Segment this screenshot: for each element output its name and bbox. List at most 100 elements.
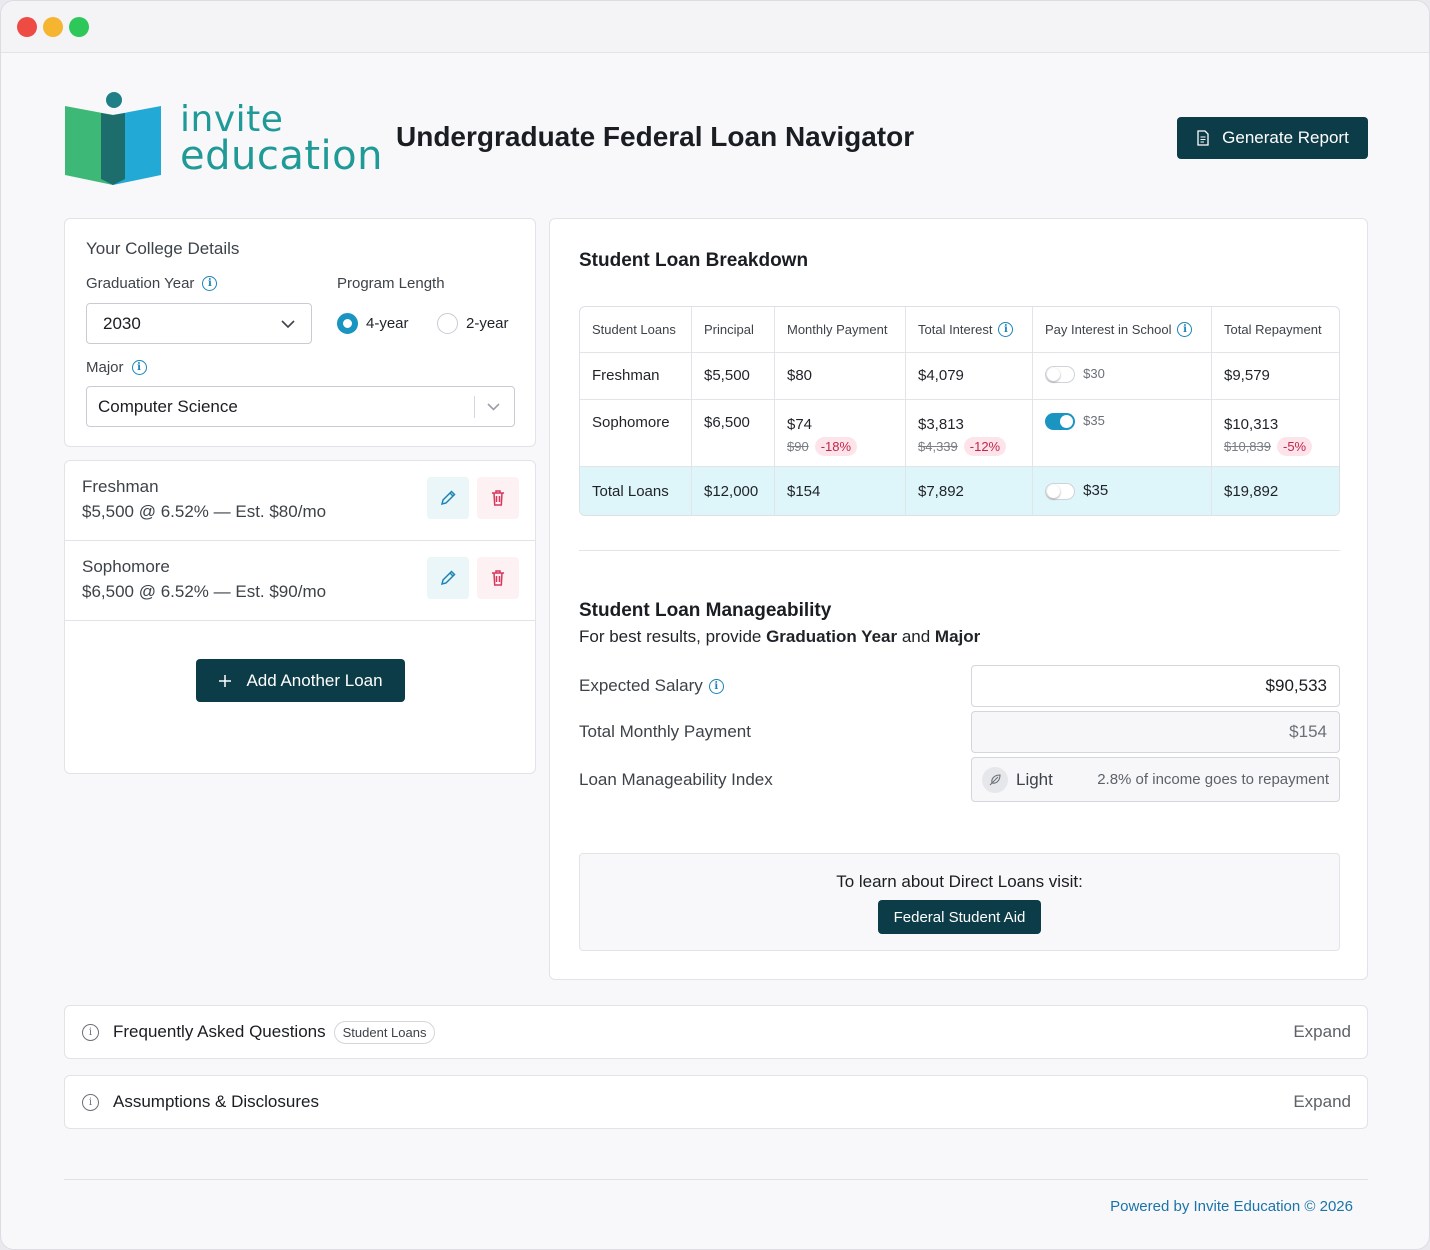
pay-interest-toggle[interactable]	[1045, 365, 1075, 383]
manageability-index-field: Light 2.8% of income goes to repayment	[971, 757, 1340, 802]
close-window-button[interactable]	[17, 17, 37, 37]
major-select[interactable]: Computer Science	[86, 386, 515, 427]
table-cell-loan-name: Total Loans	[580, 467, 692, 515]
faq-expand-toggle[interactable]: Expand	[1293, 1022, 1351, 1042]
loan-name: Freshman	[82, 477, 159, 496]
manageability-title: Student Loan Manageability	[579, 600, 832, 621]
generate-report-button[interactable]: Generate Report	[1177, 117, 1368, 159]
page-title: Undergraduate Federal Loan Navigator	[396, 121, 915, 152]
loan-description: $6,500 @ 6.52% — Est. $90/mo	[82, 582, 327, 601]
minimize-window-button[interactable]	[43, 17, 63, 37]
college-details-card: Your College Details Graduation Year i 2…	[64, 218, 536, 447]
page-header: invite education Undergraduate Federal L…	[63, 89, 1368, 189]
invite-education-logo: invite education	[63, 89, 383, 189]
chevron-down-icon	[281, 319, 295, 328]
table-cell-pay-in-school: $30	[1033, 353, 1212, 400]
column-header: Monthly Payment	[775, 307, 906, 353]
table-cell-principal: $12,000	[692, 467, 775, 515]
interest-old-value: $4,339	[918, 439, 958, 454]
plus-icon	[219, 674, 232, 687]
manageability-index-label: Loan Manageability Index	[579, 770, 773, 789]
assumptions-accordion[interactable]: i Assumptions & Disclosures Expand	[64, 1075, 1368, 1129]
faq-title: Frequently Asked Questions	[113, 1022, 326, 1041]
table-cell-repayment: $10,313 $10,839 -5%	[1212, 400, 1339, 467]
total-monthly-payment-field: $154	[971, 711, 1340, 753]
subtitle-emphasis: Major	[934, 627, 981, 646]
edit-loan-button[interactable]	[427, 557, 469, 599]
graduation-year-select[interactable]: 2030	[86, 303, 312, 344]
assumptions-title: Assumptions & Disclosures	[113, 1092, 319, 1111]
table-cell-loan-name: Sophomore	[580, 400, 692, 467]
info-icon[interactable]: i	[202, 276, 218, 291]
delete-loan-button[interactable]	[477, 477, 519, 519]
graduation-year-label-text: Graduation Year	[86, 275, 195, 292]
loan-breakdown-card: Student Loan Breakdown Student Loans Pri…	[549, 218, 1368, 980]
pay-interest-toggle[interactable]	[1045, 412, 1075, 430]
table-cell-pay-in-school: $35	[1033, 400, 1212, 467]
info-icon: i	[82, 1093, 99, 1111]
subtitle-emphasis: Graduation Year	[766, 627, 898, 646]
total-monthly-payment-value: $154	[1289, 722, 1327, 741]
info-icon[interactable]: i	[998, 322, 1014, 337]
delete-loan-button[interactable]	[477, 557, 519, 599]
expected-salary-input[interactable]: $90,533	[971, 665, 1340, 707]
expected-salary-label-text: Expected Salary	[579, 676, 703, 695]
info-icon[interactable]: i	[131, 360, 147, 375]
major-value: Computer Science	[98, 396, 238, 416]
add-another-loan-button[interactable]: Add Another Loan	[196, 659, 405, 702]
zoom-window-button[interactable]	[69, 17, 89, 37]
trash-icon	[492, 490, 504, 506]
repayment-change-badge: -5%	[1277, 437, 1313, 456]
expected-salary-label: Expected Salary i	[579, 676, 724, 696]
loan-description: $5,500 @ 6.52% — Est. $80/mo	[82, 502, 327, 521]
table-row: Freshman $5,500 $80 $4,079 $30 $9,579	[580, 353, 1339, 400]
program-2-year-radio[interactable]: 2-year	[437, 313, 509, 334]
document-icon	[1197, 130, 1209, 146]
footer-credit: Powered by Invite Education © 2026	[1110, 1198, 1353, 1215]
info-icon[interactable]: i	[1177, 322, 1193, 337]
table-cell-interest: $3,813 $4,339 -12%	[906, 400, 1033, 467]
loan-breakdown-table: Student Loans Principal Monthly Payment …	[579, 306, 1340, 516]
info-icon[interactable]: i	[708, 678, 724, 694]
table-cell-pay-in-school: $35	[1033, 467, 1212, 515]
assumptions-expand-toggle[interactable]: Expand	[1293, 1092, 1351, 1112]
program-4-year-radio[interactable]: 4-year	[337, 313, 409, 334]
trash-icon	[492, 570, 504, 586]
faq-header: i Frequently Asked Questions Student Loa…	[82, 1006, 436, 1058]
pencil-icon	[440, 570, 456, 586]
faq-tag-chip: Student Loans	[333, 1020, 436, 1044]
program-2-year-label: 2-year	[466, 315, 509, 332]
faq-accordion[interactable]: i Frequently Asked Questions Student Loa…	[64, 1005, 1368, 1059]
repayment-new-value: $10,313	[1224, 416, 1279, 433]
major-label-text: Major	[86, 359, 124, 376]
repayment-old-value: $10,839	[1224, 439, 1271, 454]
loan-item: Freshman $5,500 @ 6.52% — Est. $80/mo	[65, 461, 535, 541]
program-length-label: Program Length	[337, 275, 445, 292]
federal-student-aid-button[interactable]: Federal Student Aid	[878, 900, 1041, 934]
table-cell-repayment: $19,892	[1212, 467, 1339, 515]
column-header: Total Repayment	[1212, 307, 1339, 353]
pay-in-school-amount: $35	[1083, 413, 1105, 428]
manageability-index-note: 2.8% of income goes to repayment	[1097, 771, 1329, 788]
major-label: Major i	[86, 359, 147, 376]
pay-interest-toggle[interactable]	[1045, 482, 1075, 500]
select-separator	[474, 395, 475, 418]
table-cell-monthly: $80	[775, 353, 906, 400]
column-header-text: Total Interest	[918, 322, 993, 337]
footer-divider	[64, 1179, 1368, 1180]
direct-loans-info-box: To learn about Direct Loans visit: Feder…	[579, 853, 1340, 951]
edit-loan-button[interactable]	[427, 477, 469, 519]
subtitle-text: For best results, provide	[579, 627, 767, 646]
section-divider	[579, 550, 1340, 551]
direct-loans-text: To learn about Direct Loans visit:	[836, 872, 1083, 891]
total-monthly-payment-label: Total Monthly Payment	[579, 722, 751, 741]
title-bar	[1, 1, 1429, 53]
table-cell-monthly: $154	[775, 467, 906, 515]
radio-unselected-icon	[437, 313, 458, 334]
subtitle-text: and	[897, 627, 935, 646]
chevron-down-icon	[487, 402, 500, 411]
manageability-index-value: Light	[1016, 769, 1053, 789]
logo-text-education: education	[180, 133, 383, 179]
add-another-loan-label: Add Another Loan	[246, 670, 383, 690]
radio-selected-icon	[337, 313, 358, 334]
